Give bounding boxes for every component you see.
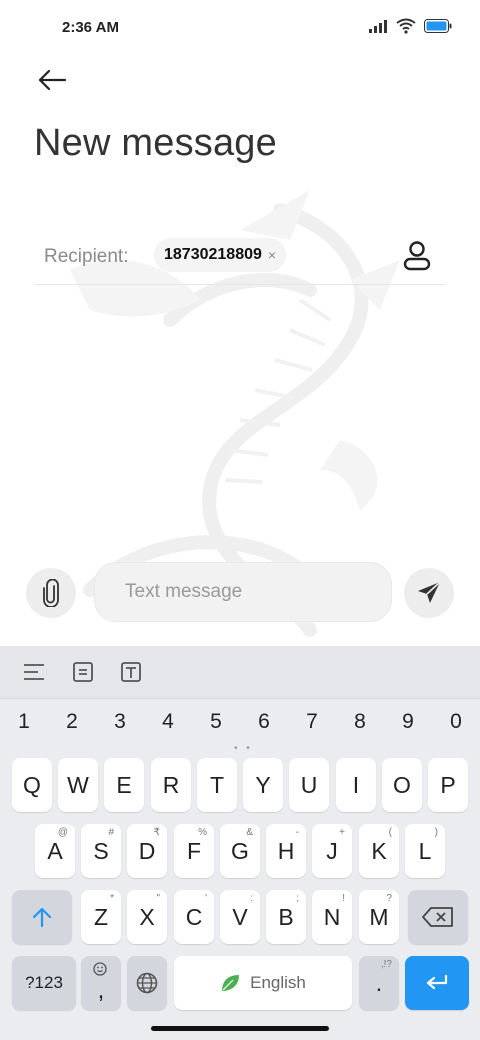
recipient-label: Recipient: — [44, 246, 129, 267]
key-m[interactable]: ? M — [359, 890, 399, 944]
enter-arrow-icon — [426, 974, 448, 990]
menu-lines-icon[interactable] — [20, 658, 48, 686]
enter-key[interactable] — [405, 956, 469, 1010]
key-l[interactable]: ) L — [405, 824, 445, 878]
key-s[interactable]: # S — [81, 824, 121, 878]
wifi-icon — [396, 18, 416, 34]
status-bar: 2:36 AM — [0, 0, 480, 56]
key-r[interactable]: R — [151, 758, 191, 812]
key-o[interactable]: O — [382, 758, 422, 812]
key-4[interactable]: 4 — [148, 700, 188, 744]
key-f[interactable]: % F — [174, 824, 214, 878]
key-3[interactable]: 3 — [100, 700, 140, 744]
key-z[interactable]: * Z — [81, 890, 121, 944]
send-icon — [418, 581, 441, 603]
clipboard-icon[interactable] — [69, 658, 97, 686]
paperclip-icon — [43, 579, 59, 607]
signal-icon — [369, 20, 387, 33]
home-indicator[interactable] — [151, 1026, 329, 1031]
key-g[interactable]: & G — [220, 824, 260, 878]
shift-arrow-icon — [32, 907, 52, 928]
symbols-key[interactable]: ?123 — [12, 956, 76, 1010]
page-title: New message — [34, 122, 277, 164]
keyboard-toolbar — [0, 646, 480, 699]
key-0[interactable]: 0 — [436, 700, 476, 744]
backspace-key[interactable] — [408, 890, 468, 944]
page-dots: • • — [234, 743, 253, 754]
globe-key[interactable] — [127, 956, 167, 1010]
key-c[interactable]: ' C — [174, 890, 214, 944]
select-contact-button[interactable] — [400, 238, 434, 274]
key-d[interactable]: ₹ D — [127, 824, 167, 878]
send-button[interactable] — [404, 568, 454, 618]
key-k[interactable]: (K — [359, 824, 399, 878]
contact-person-icon — [403, 241, 431, 271]
key-h[interactable]: -H — [266, 824, 306, 878]
keyboard: 1 2 3 4 5 6 7 8 9 0 • • Q W E R T Y U I … — [0, 646, 480, 1040]
key-n[interactable]: ! N — [312, 890, 352, 944]
status-time: 2:36 AM — [62, 19, 119, 36]
key-t[interactable]: T — [197, 758, 237, 812]
recipient-chip-number: 18730218809 — [164, 246, 262, 263]
period-key[interactable]: ,!? . — [359, 956, 399, 1010]
key-v[interactable]: :V — [220, 890, 260, 944]
key-e[interactable]: E — [104, 758, 144, 812]
key-j[interactable]: + J — [312, 824, 352, 878]
number-row: 1 2 3 4 5 6 7 8 9 0 — [0, 700, 480, 744]
key-y[interactable]: Y — [243, 758, 283, 812]
key-u[interactable]: U — [289, 758, 329, 812]
backspace-icon — [422, 907, 453, 927]
key-a[interactable]: @ A — [35, 824, 75, 878]
space-label: English — [250, 973, 306, 992]
battery-icon — [424, 19, 452, 33]
key-x[interactable]: " X — [127, 890, 167, 944]
key-6[interactable]: 6 — [244, 700, 284, 744]
key-i[interactable]: I — [336, 758, 376, 812]
key-7[interactable]: 7 — [292, 700, 332, 744]
key-2[interactable]: 2 — [52, 700, 92, 744]
comma-emoji-key[interactable]: , — [81, 956, 121, 1010]
key-w[interactable]: W — [58, 758, 98, 812]
leaf-icon — [222, 975, 240, 991]
attach-button[interactable] — [26, 568, 76, 618]
back-arrow-icon — [38, 69, 67, 91]
key-q[interactable]: Q — [12, 758, 52, 812]
globe-icon — [136, 972, 158, 994]
back-button[interactable] — [32, 62, 72, 98]
status-icons — [368, 18, 452, 34]
key-1[interactable]: 1 — [4, 700, 44, 744]
text-box-icon[interactable] — [117, 658, 145, 686]
message-field-container — [94, 562, 392, 622]
shift-key[interactable] — [12, 890, 72, 944]
key-p[interactable]: P — [428, 758, 468, 812]
space-key[interactable]: English — [174, 956, 352, 1010]
key-8[interactable]: 8 — [340, 700, 380, 744]
text-message-input[interactable] — [123, 580, 391, 604]
remove-recipient-button[interactable]: × — [268, 247, 276, 263]
key-5[interactable]: 5 — [196, 700, 236, 744]
key-b[interactable]: ; B — [266, 890, 306, 944]
key-9[interactable]: 9 — [388, 700, 428, 744]
recipient-chip[interactable]: 18730218809 × — [154, 238, 287, 272]
recipient-row: Recipient: 18730218809 × — [34, 228, 446, 285]
